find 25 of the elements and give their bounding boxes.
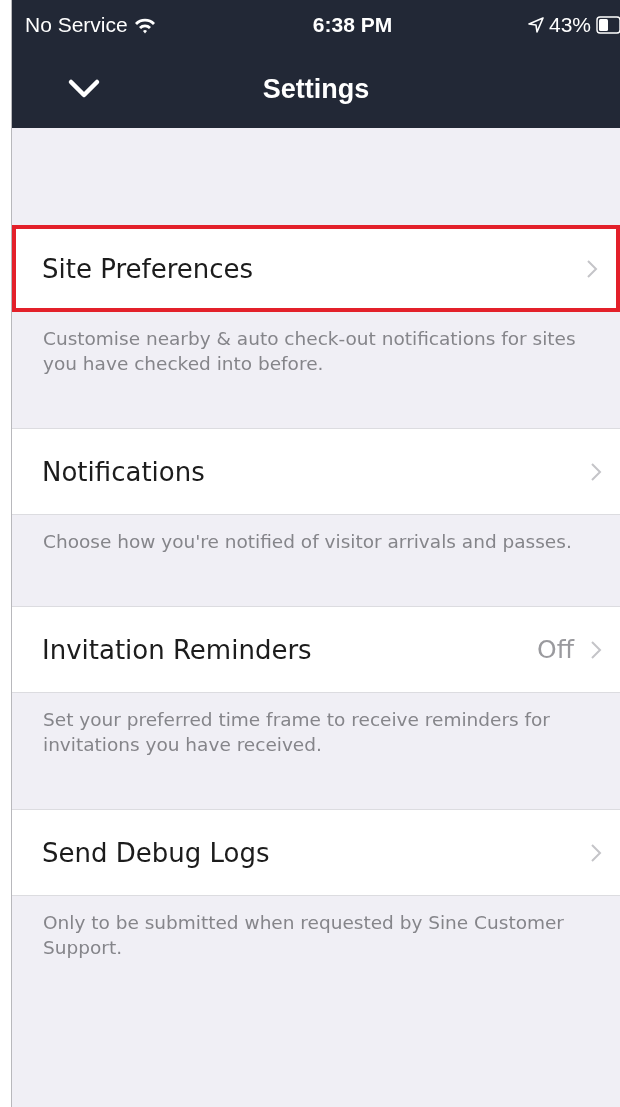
row-label: Send Debug Logs	[42, 837, 271, 868]
chevron-right-icon	[586, 258, 598, 279]
section-footer-text: Customise nearby & auto check-out notifications for sites you have checked into before.	[42, 327, 577, 376]
section-footer-text: Choose how you're notified of visitor arrivals and passes.	[42, 530, 573, 554]
battery-icon	[596, 16, 620, 34]
settings-row[interactable]: Site Preferences	[12, 225, 620, 312]
carrier-text: No Service	[25, 13, 128, 37]
chevron-right-icon	[590, 639, 602, 660]
section-footer-text: Set your preferred time frame to receive reminders for invitations you have received.	[42, 708, 551, 757]
settings-row[interactable]: Invitation Reminders Off	[12, 606, 620, 693]
row-label: Site Preferences	[42, 253, 255, 284]
row-value: Off	[537, 635, 574, 664]
section-footer-text: Only to be submitted when requested by Sine Customer Support.	[42, 911, 565, 960]
chevron-down-icon[interactable]	[67, 78, 101, 100]
row-label: Invitation Reminders	[42, 634, 313, 665]
screen-title: Settings	[262, 73, 370, 105]
wifi-icon	[133, 16, 156, 34]
settings-row[interactable]: Notifications	[12, 428, 620, 515]
row-label: Notifications	[42, 456, 206, 487]
location-arrow-icon	[527, 17, 544, 33]
battery-percent-text: 43%	[548, 13, 591, 37]
time-text: 6:38 PM	[312, 13, 393, 37]
chevron-right-icon	[590, 842, 602, 863]
chevron-right-icon	[590, 461, 602, 482]
settings-row[interactable]: Send Debug Logs	[12, 809, 620, 896]
